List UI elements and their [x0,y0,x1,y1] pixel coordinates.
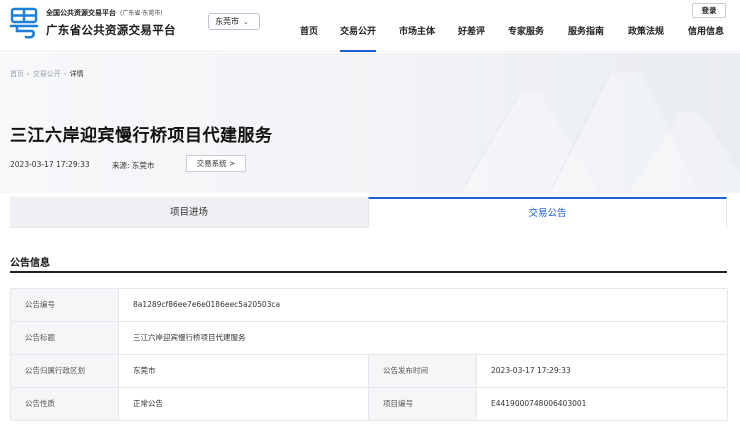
project-number-label: 项目编号 [369,388,477,420]
notice-nature-label: 公告性质 [11,388,119,420]
breadcrumb-home[interactable]: 首页 [10,70,24,78]
detail-hero: 首页 › 交易公开 › 详情 三江六岸迎宾慢行桥项目代建服务 2023-03-17 17… [0,53,740,193]
detail-tabs: 项目进场 交易公告 [10,197,727,228]
breadcrumb-section[interactable]: 交易公开 [33,70,61,78]
table-row: 公告性质 正常公告 项目编号 E4419000748006403001 [11,388,728,421]
nav-item-market[interactable]: 市场主体 [399,24,435,52]
chevron-down-icon: ⌄ [243,18,249,26]
notice-title-value: 三江六岸迎宾慢行桥项目代建服务 [119,322,728,354]
source-label: 来源: 东莞市 [112,161,155,170]
nav-item-policy[interactable]: 政策法规 [628,24,664,52]
platform-logo-icon[interactable] [9,7,39,39]
table-row: 公告归属行政区划 东莞市 公告发布时间 2023-03-17 17:29:33 [11,355,728,388]
nav-item-home[interactable]: 首页 [300,24,318,52]
login-button[interactable]: 登录 [692,3,726,18]
tab-project-entry[interactable]: 项目进场 [10,197,368,228]
brand-region-text: (广东省·东莞市) [120,10,163,17]
nav-item-trading[interactable]: 交易公开 [340,24,377,52]
notice-nature-value: 正常公告 [119,388,369,420]
table-row: 公告标题 三江六岸迎宾慢行桥项目代建服务 [11,322,728,355]
publish-time-label: 公告发布时间 [369,355,477,387]
trading-system-button[interactable]: 交易系统 > [186,155,246,172]
nav-item-credit[interactable]: 信用信息 [688,24,724,52]
project-number-value: E4419000748006403001 [477,388,728,420]
nav-item-guide[interactable]: 服务指南 [568,24,604,52]
breadcrumb-separator: › [27,70,30,78]
breadcrumb-separator: › [63,70,67,78]
section-title: 公告信息 [10,258,50,269]
city-select[interactable]: 东莞市 ⌄ [208,13,260,30]
building-backdrop-icon [459,72,740,193]
nav-item-rating[interactable]: 好差评 [458,24,485,52]
notice-info-table: 公告编号 8a1289cf86ee7e6e0186eec5a20503ca 公告… [10,288,728,421]
page-title: 三江六岸迎宾慢行桥项目代建服务 [10,126,273,146]
breadcrumb-current: 详情 [69,70,84,78]
table-row: 公告编号 8a1289cf86ee7e6e0186eec5a20503ca [11,289,728,322]
tab-trading-notice[interactable]: 交易公告 [368,197,727,228]
breadcrumb: 首页 › 交易公开 › 详情 [10,69,84,79]
brand-national-text: 全国公共资源交易平台 [46,9,116,17]
site-header: 全国公共资源交易平台 (广东省·东莞市) 广东省公共资源交易平台 东莞市 ⌄ 首页 … [0,0,740,52]
city-select-value: 东莞市 [215,17,239,26]
notice-title-label: 公告标题 [11,322,119,354]
brand-subtitle: 全国公共资源交易平台 (广东省·东莞市) [46,8,163,18]
nav-item-experts[interactable]: 专家服务 [508,24,544,52]
publish-time-value: 2023-03-17 17:29:33 [477,355,728,387]
notice-number-value: 8a1289cf86ee7e6e0186eec5a20503ca [119,289,728,321]
notice-number-label: 公告编号 [11,289,119,321]
publish-date: 2023-03-17 17:29:33 [10,160,90,169]
section-divider [10,271,727,273]
brand-title[interactable]: 广东省公共资源交易平台 [46,22,176,38]
region-value: 东莞市 [119,355,369,387]
region-label: 公告归属行政区划 [11,355,119,387]
